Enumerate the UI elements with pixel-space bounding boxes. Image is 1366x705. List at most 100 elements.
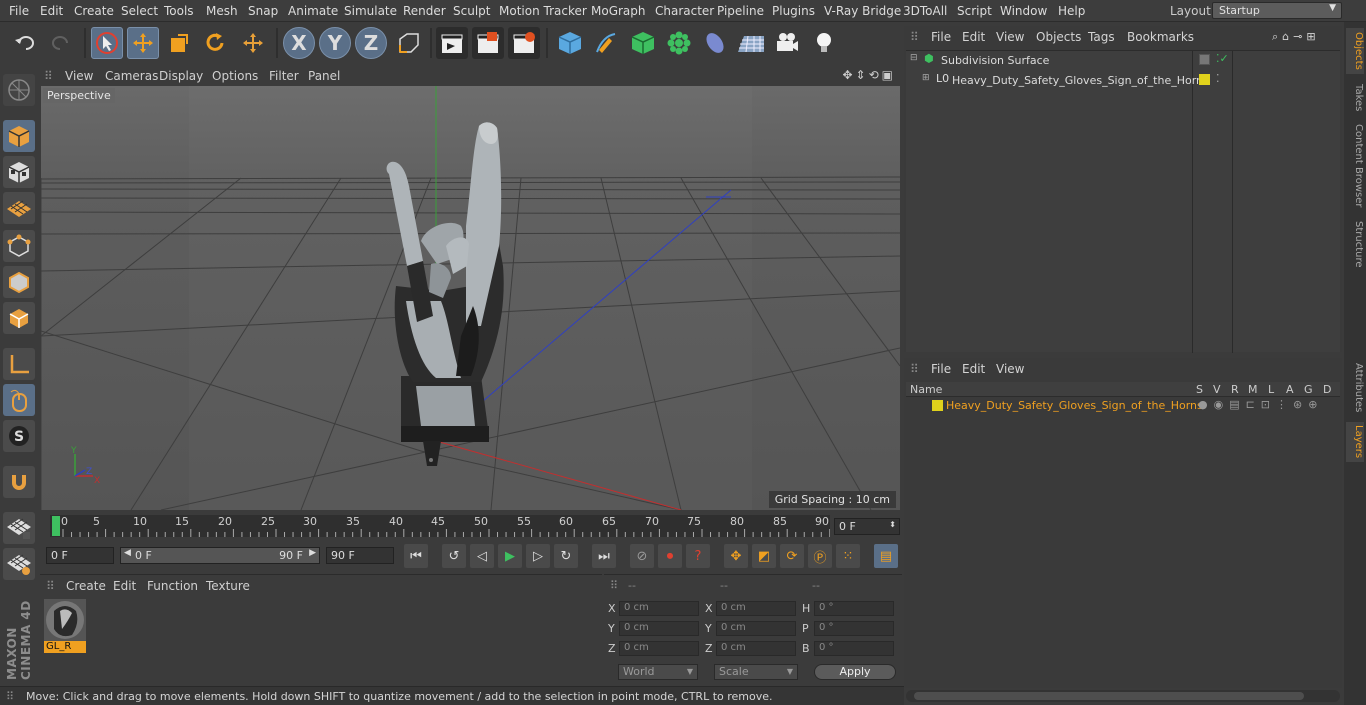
axis-x-button[interactable]: X [283, 27, 315, 59]
frame-range-slider[interactable]: ◀ 0 F 90 F ▶ [120, 547, 320, 564]
objects-menu-objects[interactable]: Objects [1036, 30, 1081, 44]
rotate-tool-button[interactable] [199, 27, 231, 59]
menu-3dtoall[interactable]: 3DToAll [903, 4, 947, 18]
menu-mograph[interactable]: MoGraph [591, 4, 646, 18]
column-animation[interactable]: A [1286, 383, 1294, 396]
tab-content-browser[interactable]: Content Browser [1346, 122, 1364, 210]
autokey-button[interactable]: ⏺ [658, 544, 682, 568]
key-position-button[interactable]: ✥ [724, 544, 748, 568]
record-keys-button[interactable]: ⊘ [630, 544, 654, 568]
mograph-cloner-button[interactable] [663, 27, 695, 59]
expand-icon[interactable]: ⊞ [922, 73, 930, 83]
layers-menu-file[interactable]: File [931, 362, 951, 376]
material-swatch[interactable]: GL_R [44, 599, 86, 657]
solo-button[interactable]: S [3, 420, 35, 452]
render-region-button[interactable] [472, 27, 504, 59]
size-z-field[interactable]: 0 cm [716, 641, 796, 656]
objects-menu-tags[interactable]: Tags [1088, 30, 1115, 44]
menu-simulate[interactable]: Simulate [344, 4, 397, 18]
texture-mode-button[interactable] [3, 156, 35, 188]
material-menu-texture[interactable]: Texture [206, 579, 250, 593]
tab-structure[interactable]: Structure [1346, 218, 1364, 270]
material-menu-function[interactable]: Function [147, 579, 198, 593]
coordinate-mode-select[interactable]: World ▼ [618, 664, 698, 680]
menu-edit[interactable]: Edit [40, 4, 63, 18]
axis-z-button[interactable]: Z [355, 27, 387, 59]
layers-horizontal-scrollbar[interactable] [906, 690, 1340, 702]
visibility-dots-icon[interactable]: ⁚ [1216, 72, 1220, 85]
column-locked[interactable]: L [1268, 383, 1274, 396]
column-name[interactable]: Name [910, 383, 942, 396]
menu-pipeline[interactable]: Pipeline [717, 4, 764, 18]
start-frame-field[interactable]: 0 F [46, 547, 114, 564]
size-x-field[interactable]: 0 cm [716, 601, 796, 616]
objects-menu-bookmarks[interactable]: Bookmarks [1127, 30, 1194, 44]
tab-layers[interactable]: Layers [1346, 422, 1364, 462]
viewport-menu-view[interactable]: View [65, 69, 93, 83]
menu-mesh[interactable]: Mesh [206, 4, 238, 18]
scale-tool-button[interactable] [163, 27, 195, 59]
menu-character[interactable]: Character [655, 4, 714, 18]
layers-menu-view[interactable]: View [996, 362, 1024, 376]
viewport-nav-icons[interactable]: ✥⇕⟲▣ [842, 68, 896, 82]
timeline-window-button[interactable]: ▤ [874, 544, 898, 568]
next-frame-button[interactable]: ▷ [526, 544, 550, 568]
undo-button[interactable] [9, 27, 41, 59]
model-mode-button[interactable] [3, 120, 35, 152]
menu-animate[interactable]: Animate [288, 4, 338, 18]
previous-key-button[interactable]: ↺ [442, 544, 466, 568]
scale-mode-select[interactable]: Scale ▼ [714, 664, 798, 680]
workplane-mode-button[interactable] [3, 192, 35, 224]
column-generators[interactable]: G [1304, 383, 1313, 396]
objects-menu-view[interactable]: View [996, 30, 1024, 44]
tab-objects[interactable]: Objects [1346, 28, 1364, 74]
enabled-check-icon[interactable]: ⁚✓ [1216, 52, 1229, 65]
layers-menu-edit[interactable]: Edit [962, 362, 985, 376]
column-render[interactable]: R [1231, 383, 1239, 396]
menu-script[interactable]: Script [957, 4, 992, 18]
menu-window[interactable]: Window [1000, 4, 1047, 18]
menu-snap[interactable]: Snap [248, 4, 278, 18]
live-select-button[interactable] [237, 27, 269, 59]
current-frame-field[interactable]: 0 F ⬍ [834, 518, 900, 535]
floor-button[interactable] [735, 27, 767, 59]
position-x-field[interactable]: 0 cm [619, 601, 699, 616]
column-solo[interactable]: S [1196, 383, 1203, 396]
locked-workplane-button[interactable] [3, 512, 35, 544]
layer-row[interactable]: Heavy_Duty_Safety_Gloves_Sign_of_the_Hor… [906, 398, 1340, 414]
end-frame-field[interactable]: 90 F [326, 547, 394, 564]
objects-menu-file[interactable]: File [931, 30, 951, 44]
pen-button[interactable] [590, 27, 622, 59]
material-menu-create[interactable]: Create [66, 579, 106, 593]
material-menu-edit[interactable]: Edit [113, 579, 136, 593]
make-editable-button[interactable] [3, 74, 35, 106]
viewport-menu-filter[interactable]: Filter [269, 69, 299, 83]
select-tool-button[interactable] [91, 27, 123, 59]
layer-toggle-icons[interactable]: ●◉▤⊏⊡⋮⊛⊕ [1198, 398, 1323, 411]
layer-color-swatch[interactable] [932, 400, 943, 411]
tab-attributes[interactable]: Attributes [1346, 360, 1364, 416]
cube-button[interactable] [554, 27, 586, 59]
menu-plugins[interactable]: Plugins [772, 4, 815, 18]
viewport-camera-label[interactable]: Perspective [43, 88, 115, 103]
tweak-mode-button[interactable] [3, 384, 35, 416]
key-rotation-button[interactable]: ⟳ [780, 544, 804, 568]
menu-motion-tracker[interactable]: Motion Tracker [499, 4, 587, 18]
key-parameter-button[interactable]: Ⓟ [808, 544, 832, 568]
render-view-button[interactable] [436, 27, 468, 59]
menu-create[interactable]: Create [74, 4, 114, 18]
menu-sculpt[interactable]: Sculpt [453, 4, 490, 18]
menu-help[interactable]: Help [1058, 4, 1085, 18]
timeline-ruler[interactable]: 0 5 10 15 20 25 30 35 40 45 50 55 60 65 … [50, 515, 830, 537]
play-button[interactable]: ▶ [498, 544, 522, 568]
redo-button[interactable] [45, 27, 77, 59]
object-row-gloves[interactable]: ⊞ L0 Heavy_Duty_Safety_Gloves_Sign_of_th… [906, 72, 1220, 91]
objects-toolbar-icons[interactable]: ⌕⌂⊸⊞ [1272, 30, 1320, 44]
edge-mode-button[interactable] [3, 266, 35, 298]
perspective-viewport[interactable]: Y X Z Perspective Grid Spacing : 10 cm [41, 86, 900, 510]
key-scale-button[interactable]: ◩ [752, 544, 776, 568]
polygon-mode-button[interactable] [3, 302, 35, 334]
viewport-menu-cameras[interactable]: Cameras [105, 69, 158, 83]
snap-button[interactable] [3, 466, 35, 498]
apply-button[interactable]: Apply [814, 664, 896, 680]
